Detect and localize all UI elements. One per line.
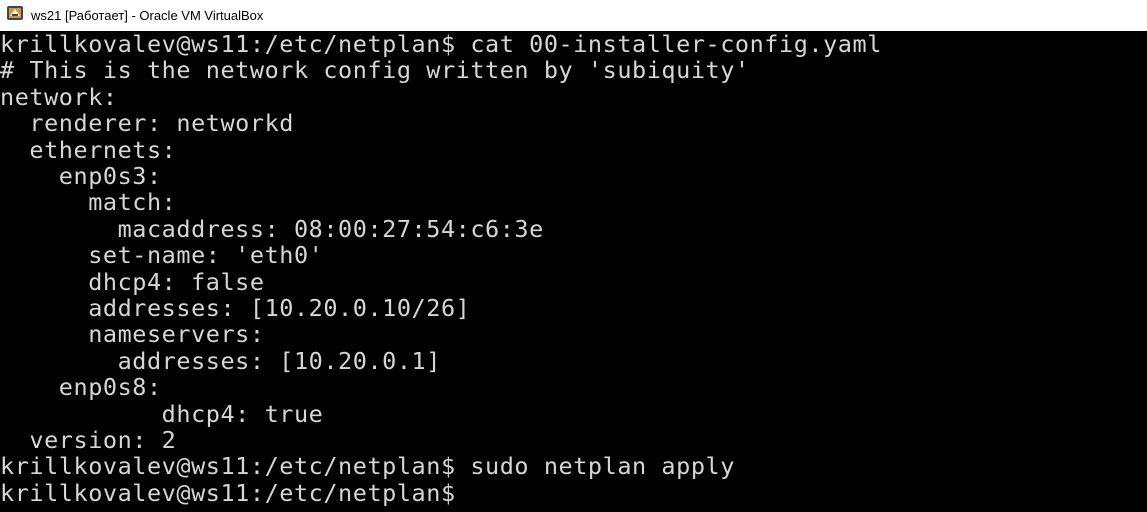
terminal-line: match: xyxy=(0,188,177,217)
terminal-line: dhcp4: true xyxy=(0,399,324,428)
terminal-line: enp0s3: xyxy=(0,162,162,190)
terminal-line: renderer: networkd xyxy=(0,109,294,138)
terminal-line: macaddress: 08:00:27:54:c6:3e xyxy=(0,214,544,243)
virtualbox-window: ws21 [Работает] - Oracle VM VirtualBox k… xyxy=(0,0,1147,512)
terminal-line: nameservers: xyxy=(0,320,265,349)
terminal-line: ethernets: xyxy=(0,135,177,164)
terminal-line: addresses: [10.20.0.10/26] xyxy=(0,294,471,322)
terminal-line: # This is the network config written by … xyxy=(0,56,750,85)
terminal-screen[interactable]: krillkovalev@ws11:/etc/netplan$ cat 00-i… xyxy=(0,31,1147,512)
terminal-line: krillkovalev@ws11:/etc/netplan$ sudo net… xyxy=(0,452,735,481)
terminal-line: set-name: 'eth0' xyxy=(0,241,324,270)
terminal-line: addresses: [10.20.0.1] xyxy=(0,346,441,375)
virtualbox-icon xyxy=(6,4,31,27)
terminal-line: enp0s8: xyxy=(0,373,162,402)
title-bar[interactable]: ws21 [Работает] - Oracle VM VirtualBox xyxy=(0,0,1147,31)
terminal-line: dhcp4: false xyxy=(0,267,265,296)
window-title: ws21 [Работает] - Oracle VM VirtualBox xyxy=(31,8,264,23)
terminal-line: network: xyxy=(0,82,118,111)
terminal-prompt-line[interactable]: krillkovalev@ws11:/etc/netplan$ xyxy=(0,480,456,507)
terminal-line: krillkovalev@ws11:/etc/netplan$ cat 00-i… xyxy=(0,31,882,58)
terminal-line: version: 2 xyxy=(0,426,177,454)
